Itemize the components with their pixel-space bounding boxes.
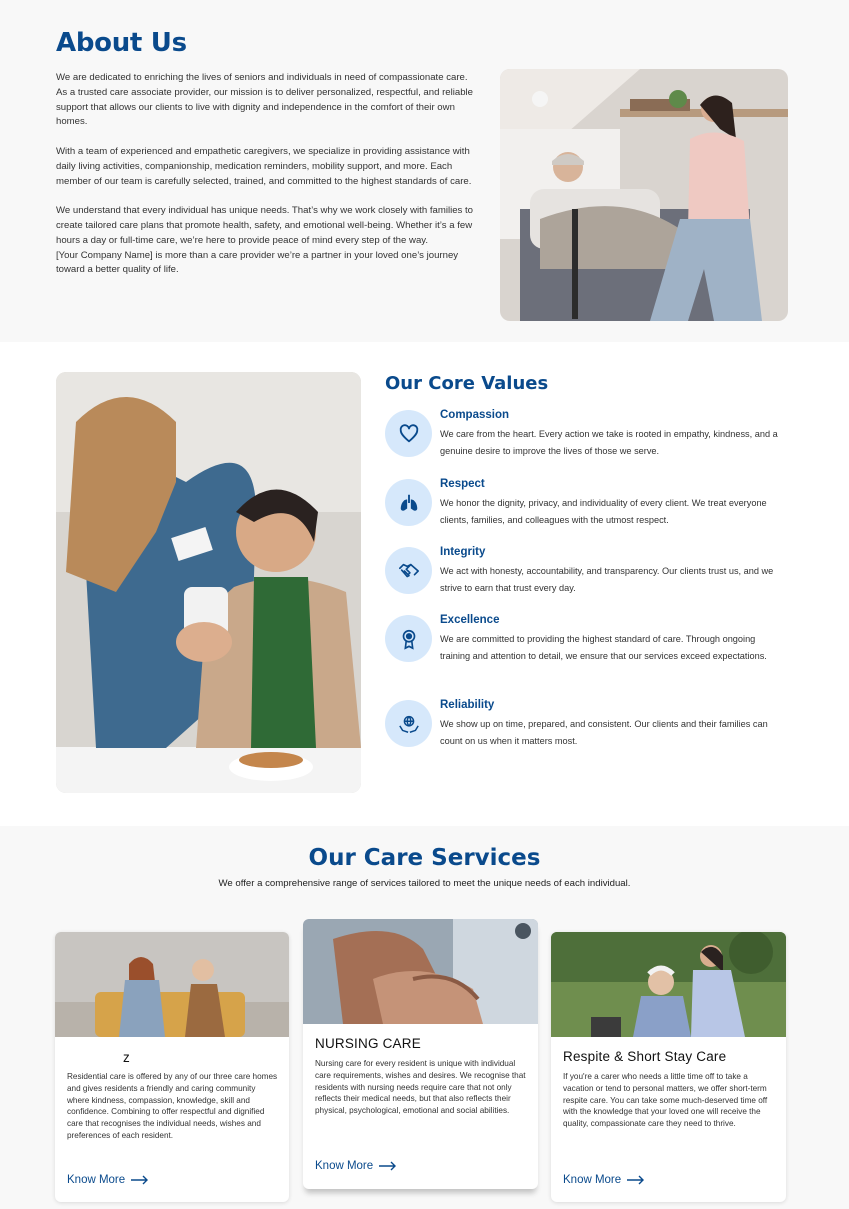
service-card-respite[interactable]: Respite & Short Stay Care If you're a ca… bbox=[551, 932, 786, 1202]
know-more-label: Know More bbox=[563, 1174, 622, 1186]
value-description: We show up on time, prepared, and consis… bbox=[440, 719, 768, 746]
service-card-description: If you're a carer who needs a little tim… bbox=[563, 1072, 768, 1129]
service-card-image bbox=[551, 932, 786, 1037]
lungs-icon bbox=[400, 494, 417, 511]
about-text: We are dedicated to enriching the lives … bbox=[56, 71, 476, 278]
arrow-right-icon bbox=[379, 1161, 397, 1171]
about-title: About Us bbox=[56, 28, 187, 58]
care-services-title: Our Care Services bbox=[308, 845, 541, 871]
service-card-title: z bbox=[123, 1050, 130, 1065]
value-icon-circle bbox=[385, 479, 432, 526]
arrow-right-icon bbox=[627, 1175, 645, 1185]
value-description: We care from the heart. Every action we … bbox=[440, 429, 778, 456]
about-paragraph: With a team of experienced and empatheti… bbox=[56, 145, 472, 187]
know-more-label: Know More bbox=[67, 1174, 126, 1186]
heart-icon bbox=[399, 423, 418, 442]
value-title: Integrity bbox=[440, 546, 486, 558]
know-more-label: Know More bbox=[315, 1160, 374, 1172]
value-icon-circle bbox=[385, 410, 432, 457]
service-card-title: Respite & Short Stay Care bbox=[563, 1049, 727, 1064]
care-services-section: Our Care Services We offer a comprehensi… bbox=[0, 826, 849, 1209]
core-values-title: Our Core Values bbox=[385, 373, 549, 394]
value-description: We act with honesty, accountability, and… bbox=[440, 566, 774, 593]
service-card-image bbox=[303, 919, 538, 1024]
about-section: About Us We are dedicated to enriching t… bbox=[0, 0, 849, 342]
value-title: Reliability bbox=[440, 699, 495, 711]
know-more-link[interactable]: Know More bbox=[67, 1174, 149, 1186]
value-description: We honor the dignity, privacy, and indiv… bbox=[440, 498, 767, 525]
core-values-photo bbox=[56, 372, 361, 793]
value-title: Excellence bbox=[440, 614, 500, 626]
about-paragraph: We are dedicated to enriching the lives … bbox=[56, 72, 474, 128]
value-icon-circle bbox=[385, 615, 432, 662]
service-card-residential[interactable]: z Residential care is offered by any of … bbox=[55, 932, 289, 1202]
about-photo bbox=[500, 69, 788, 321]
service-card-description: Residential care is offered by any of ou… bbox=[67, 1072, 278, 1140]
value-icon-circle bbox=[385, 700, 432, 747]
service-card-title: NURSING CARE bbox=[315, 1036, 421, 1051]
award-icon bbox=[402, 629, 415, 650]
service-card-nursing[interactable]: NURSING CARE Nursing care for every resi… bbox=[303, 919, 538, 1189]
value-description: We are committed to providing the highes… bbox=[440, 634, 767, 661]
arrow-right-icon bbox=[131, 1175, 149, 1185]
service-card-image bbox=[55, 932, 289, 1037]
core-values-section: Our Core Values Compassion We care from … bbox=[0, 342, 849, 826]
value-title: Compassion bbox=[440, 409, 510, 421]
care-services-subtitle: We offer a comprehensive range of servic… bbox=[218, 878, 631, 889]
globe-hands-icon bbox=[398, 715, 419, 733]
service-card-description: Nursing care for every resident is uniqu… bbox=[315, 1059, 526, 1116]
handshake-icon bbox=[398, 563, 419, 577]
about-paragraph: We understand that every individual has … bbox=[56, 205, 474, 246]
know-more-link[interactable]: Know More bbox=[563, 1174, 645, 1186]
value-icon-circle bbox=[385, 547, 432, 594]
about-paragraph: [Your Company Name] is more than a care … bbox=[56, 249, 459, 276]
know-more-link[interactable]: Know More bbox=[315, 1160, 397, 1172]
value-title: Respect bbox=[440, 478, 485, 490]
